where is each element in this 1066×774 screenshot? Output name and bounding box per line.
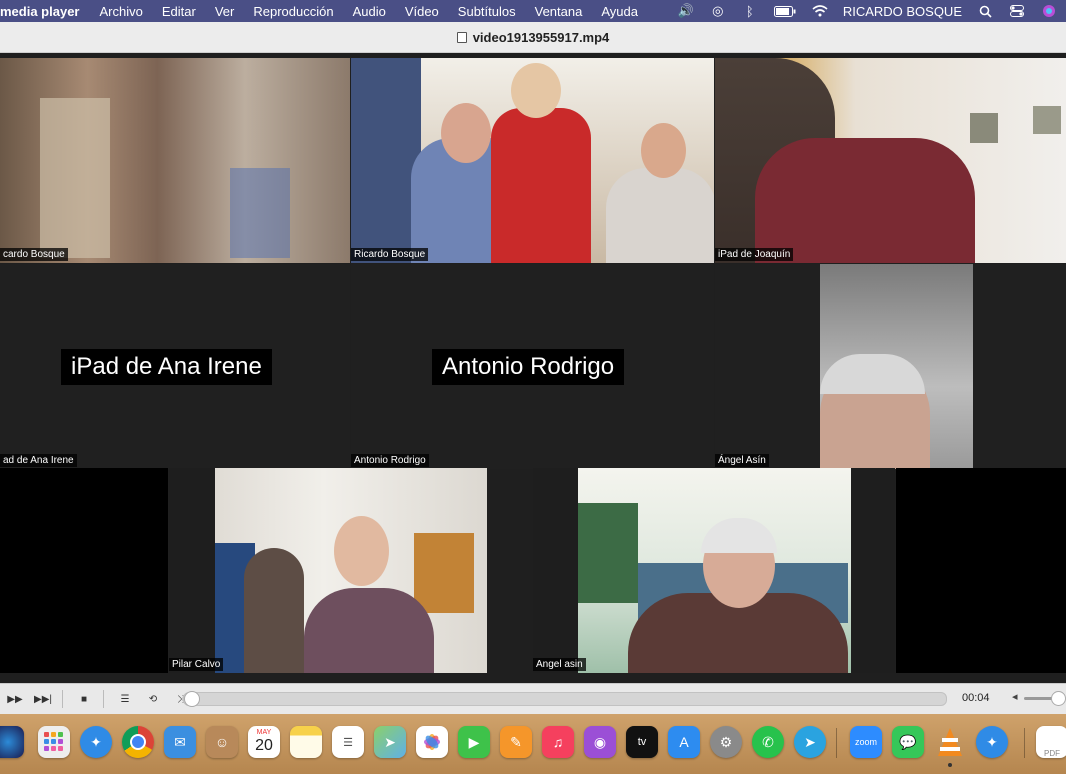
- volume-slider[interactable]: [1024, 691, 1066, 706]
- participant-name-label: Pilar Calvo: [169, 658, 224, 671]
- dock-divider: [1024, 728, 1025, 758]
- launchpad-icon[interactable]: [38, 726, 70, 758]
- window-title-bar: video1913955917.mp4: [0, 22, 1066, 53]
- stop-icon[interactable]: ■: [73, 690, 95, 708]
- photos-icon[interactable]: [416, 726, 448, 758]
- video-tile: Pilar Calvo: [169, 468, 487, 673]
- divider: [103, 690, 104, 708]
- podcasts-icon[interactable]: ◉: [584, 726, 616, 758]
- reminders-icon[interactable]: ☰: [332, 726, 364, 758]
- document-icon: [456, 31, 467, 43]
- divider: [62, 690, 63, 708]
- menu-ver[interactable]: Ver: [215, 4, 235, 19]
- participant-name-label: Ricardo Bosque: [351, 248, 429, 261]
- volume-icon[interactable]: ◂: [1012, 690, 1018, 703]
- menu-audio[interactable]: Audio: [353, 4, 386, 19]
- notes-icon[interactable]: [290, 726, 322, 758]
- playback-controls: ▶▶ ▶▶| ■ ☰ ⟲ ⤨ 00:04 ◂: [0, 683, 1066, 714]
- menu-ventana[interactable]: Ventana: [535, 4, 583, 19]
- bluetooth-icon[interactable]: ᛒ: [741, 2, 759, 20]
- participant-name-label: cardo Bosque: [0, 248, 68, 261]
- playlist-icon[interactable]: ☰: [114, 690, 136, 708]
- video-tile: cardo Bosque: [0, 58, 350, 263]
- menu-video[interactable]: Vídeo: [405, 4, 439, 19]
- participant-big-name: Antonio Rodrigo: [432, 349, 625, 385]
- dock-divider: [836, 728, 837, 758]
- menu-editar[interactable]: Editar: [162, 4, 196, 19]
- safari-icon[interactable]: ✦: [80, 726, 112, 758]
- elapsed-time: 00:04: [962, 692, 990, 704]
- next-track-icon[interactable]: ▶▶|: [32, 690, 54, 708]
- volume-icon[interactable]: 🔊: [677, 2, 695, 20]
- running-indicator: [948, 763, 952, 767]
- telegram-icon[interactable]: ➤: [794, 726, 826, 758]
- siri-icon[interactable]: [1040, 2, 1058, 20]
- video-tile: Ángel Asín: [715, 264, 1066, 469]
- video-tile: Ricardo Bosque: [351, 58, 714, 263]
- battery-icon[interactable]: [773, 2, 797, 20]
- video-tile: Angel asin: [533, 468, 895, 673]
- system-preferences-icon[interactable]: ⚙: [710, 726, 742, 758]
- zoom-icon[interactable]: zoom: [850, 726, 882, 758]
- maps-icon[interactable]: ➤: [374, 726, 406, 758]
- facetime-icon[interactable]: ▶: [458, 726, 490, 758]
- participant-name-label: ad de Ana Irene: [0, 454, 77, 467]
- pages-icon[interactable]: ✎: [500, 726, 532, 758]
- user-name[interactable]: RICARDO BOSQUE: [843, 4, 962, 19]
- apple-tv-icon[interactable]: tv: [626, 726, 658, 758]
- safari-icon[interactable]: ✦: [976, 726, 1008, 758]
- video-area[interactable]: cardo Bosque Ricardo Bosque iPad de Joaq…: [0, 53, 1066, 683]
- vlc-icon[interactable]: [934, 726, 966, 758]
- volume-knob[interactable]: [1051, 691, 1066, 706]
- video-tile: iPad de Joaquín: [715, 58, 1066, 263]
- window-title: video1913955917.mp4: [472, 29, 610, 45]
- chrome-icon[interactable]: [122, 726, 154, 758]
- participant-big-name: iPad de Ana Irene: [61, 349, 272, 385]
- menu-archivo[interactable]: Archivo: [100, 4, 143, 19]
- dock: ✦ ✉ ☺ MAY 20 ☰ ➤ ▶ ✎ ♫ ◉ tv A ⚙ ✆ ➤ zoom…: [0, 714, 1066, 774]
- participant-name-label: Ángel Asín: [715, 454, 769, 467]
- calendar-icon[interactable]: MAY 20: [248, 726, 280, 758]
- app-menu[interactable]: media player: [0, 4, 80, 19]
- participant-name-label: iPad de Joaquín: [715, 248, 794, 261]
- wifi-icon[interactable]: [811, 2, 829, 20]
- calendar-month: MAY: [256, 729, 272, 736]
- loop-icon[interactable]: ⟲: [142, 690, 164, 708]
- siri-icon[interactable]: [0, 726, 24, 758]
- menu-ayuda[interactable]: Ayuda: [601, 4, 638, 19]
- menu-reproduccion[interactable]: Reproducción: [253, 4, 333, 19]
- menu-subtitulos[interactable]: Subtítulos: [458, 4, 516, 19]
- seek-bar[interactable]: [183, 691, 947, 707]
- contacts-icon[interactable]: ☺: [206, 726, 238, 758]
- calendar-day: 20: [255, 737, 273, 754]
- menu-bar: media player Archivo Editar Ver Reproduc…: [0, 0, 1066, 22]
- video-tile: [0, 468, 168, 673]
- pdf-document-icon[interactable]: PDF: [1036, 726, 1066, 758]
- whatsapp-icon[interactable]: ✆: [752, 726, 784, 758]
- seek-knob[interactable]: [184, 691, 200, 707]
- airdrop-icon[interactable]: ◎: [709, 2, 727, 20]
- messages-icon[interactable]: 💬: [892, 726, 924, 758]
- fast-forward-icon[interactable]: ▶▶: [4, 690, 26, 708]
- participant-name-label: Angel asin: [533, 658, 586, 671]
- control-center-icon[interactable]: [1008, 2, 1026, 20]
- video-tile: [896, 468, 1066, 673]
- search-icon[interactable]: [976, 2, 994, 20]
- participant-name-label: Antonio Rodrigo: [351, 454, 429, 467]
- music-icon[interactable]: ♫: [542, 726, 574, 758]
- mail-icon[interactable]: ✉: [164, 726, 196, 758]
- app-store-icon[interactable]: A: [668, 726, 700, 758]
